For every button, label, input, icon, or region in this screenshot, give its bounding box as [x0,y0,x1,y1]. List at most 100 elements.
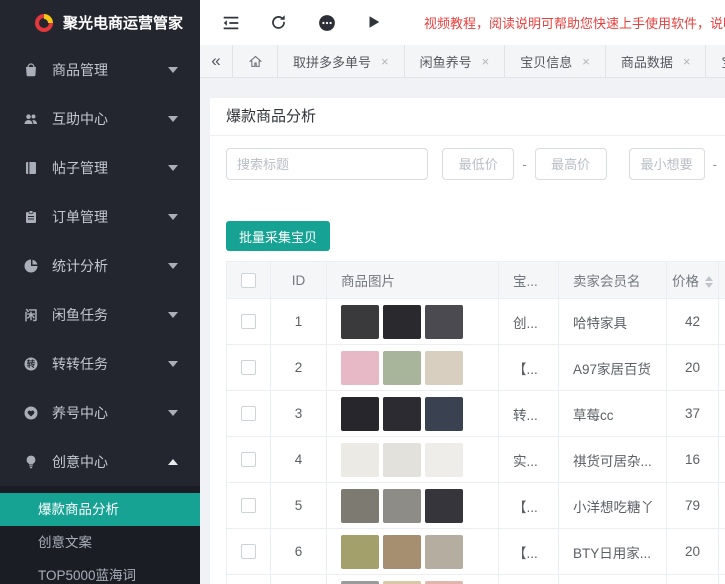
menu-fold-icon[interactable] [222,14,240,32]
cell-price: 79 [666,482,719,529]
row-checkbox[interactable] [241,544,256,560]
sidebar-subitem-label: TOP5000蓝海词 [38,568,137,583]
chevron-down-icon [168,311,178,318]
sidebar-subitem-hot-product-analysis[interactable]: 爆款商品分析 [0,493,200,526]
product-images [341,396,498,431]
cell-extra [718,298,725,345]
tab-item-info[interactable]: 宝贝信息 × [505,45,606,77]
select-all-header [226,261,271,299]
max-price-input[interactable] [534,148,607,180]
chevron-down-icon [168,66,178,73]
product-image [341,350,379,385]
chevron-down-icon [168,115,178,122]
min-want-input[interactable] [628,148,705,180]
product-images [341,350,498,385]
close-icon[interactable]: × [381,54,389,69]
tab-partial[interactable]: 宝 [706,45,725,77]
sort-icon[interactable] [705,276,713,289]
product-image [383,350,421,385]
hot-product-panel: 爆款商品分析 - - 批量采集宝贝 [210,98,725,584]
svg-text:闲: 闲 [24,308,37,323]
product-image [425,396,463,431]
product-images [341,442,498,477]
cell-title: 【... [498,344,559,391]
play-icon[interactable] [366,14,384,32]
sidebar-item-label: 帖子管理 [52,159,108,176]
sidebar: 聚光电商运营管家 商品管理 互助中心 帖子管理 订单管理 统计分析 闲 闲鱼任务… [0,0,200,584]
product-image [341,534,379,569]
cell-title [498,574,559,584]
row-checkbox[interactable] [241,360,256,376]
home-tab[interactable] [233,45,278,77]
cell-title: 实... [498,436,559,483]
column-price[interactable]: 价格 [666,261,719,299]
product-image [425,580,463,584]
cell-seller: A97家居百货 [558,344,667,391]
sidebar-item-account-care[interactable]: 养号中心 [0,388,200,437]
row-checkbox[interactable] [241,498,256,514]
close-icon[interactable]: × [482,54,490,69]
bulb-icon [22,453,39,470]
product-image [383,304,421,339]
sidebar-item-statistics[interactable]: 统计分析 [0,241,200,290]
tab-xianyu-care[interactable]: 闲鱼养号 × [405,45,506,77]
sidebar-subitem-creative-copywriting[interactable]: 创意文案 [0,526,200,559]
table-row: 4 实... 祺货可居杂... 16 [226,436,725,483]
tab-label: 商品数据 [620,54,673,70]
message-icon[interactable] [318,14,336,32]
column-images: 商品图片 [326,261,499,299]
tab-label: 取拼多多单号 [293,54,372,70]
heart-badge-icon [22,404,39,421]
cell-price: 16 [666,436,719,483]
sidebar-item-label: 养号中心 [52,404,108,421]
tab-label: 宝贝信息 [520,54,573,70]
row-checkbox[interactable] [241,406,256,422]
price-range-separator: - [522,156,527,172]
bag-icon [22,61,39,78]
product-image [383,488,421,523]
row-checkbox[interactable] [241,452,256,468]
pie-chart-icon [22,257,39,274]
search-title-input[interactable] [226,148,429,180]
tabbar: « 取拼多多单号 × 闲鱼养号 × 宝贝信息 × 商品数据 × 宝 [200,45,725,78]
product-image [383,396,421,431]
app-window: 聚光电商运营管家 商品管理 互助中心 帖子管理 订单管理 统计分析 闲 闲鱼任务… [0,0,725,584]
tab-product-data[interactable]: 商品数据 × [606,45,707,77]
min-price-input[interactable] [442,148,515,180]
cell-price: 42 [666,298,719,345]
cell-extra [718,482,725,529]
product-image [383,442,421,477]
chevron-down-icon [168,409,178,416]
cell-title: 创... [498,298,559,345]
sidebar-item-posts[interactable]: 帖子管理 [0,143,200,192]
product-image [341,488,379,523]
row-checkbox[interactable] [241,314,256,330]
batch-collect-button[interactable]: 批量采集宝贝 [226,221,331,251]
chevron-up-icon [168,458,178,465]
notice-text: 视频教程，阅读说明可帮助您快速上手使用软件，说明 [424,16,725,31]
close-icon[interactable]: × [683,54,691,69]
chevron-down-icon [168,164,178,171]
users-icon [22,110,39,127]
tab-pdd-order[interactable]: 取拼多多单号 × [278,45,405,77]
column-title: 宝... [498,261,559,299]
sidebar-item-goods[interactable]: 商品管理 [0,45,200,94]
select-all-checkbox[interactable] [241,272,256,288]
tabs-collapse-button[interactable]: « [200,45,233,77]
sidebar-item-orders[interactable]: 订单管理 [0,192,200,241]
product-image [341,442,379,477]
close-icon[interactable]: × [582,54,590,69]
product-image [341,580,379,584]
sidebar-item-xianyu-tasks[interactable]: 闲 闲鱼任务 [0,290,200,339]
refresh-icon[interactable] [270,14,288,32]
cell-extra [718,344,725,391]
sidebar-item-mutual-help[interactable]: 互助中心 [0,94,200,143]
sidebar-item-zhuanzhuan-tasks[interactable]: 转 转转任务 [0,339,200,388]
product-image [425,534,463,569]
home-icon [248,55,262,67]
product-image [341,396,379,431]
sidebar-item-label: 创意中心 [52,453,108,470]
sidebar-subitem-top5000-keywords[interactable]: TOP5000蓝海词 [0,559,200,584]
sidebar-item-creative-center[interactable]: 创意中心 [0,437,200,486]
column-extra [718,261,725,299]
